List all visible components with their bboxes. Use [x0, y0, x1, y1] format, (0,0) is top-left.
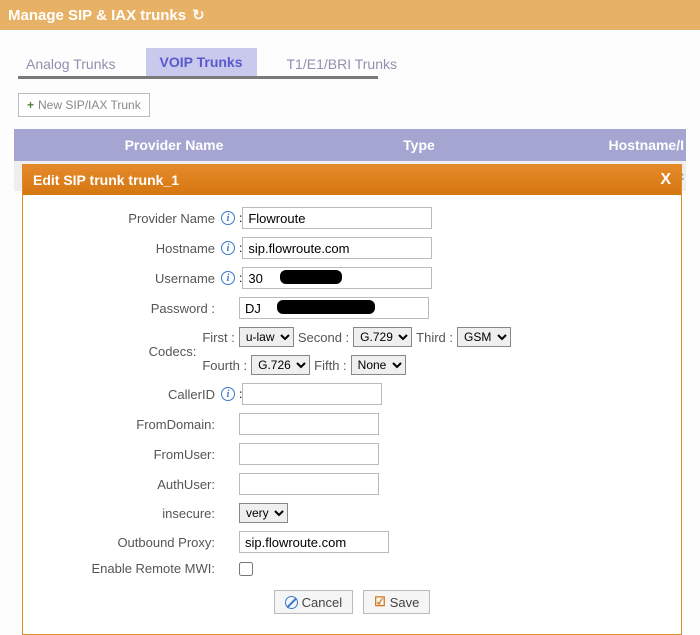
modal-header: Edit SIP trunk trunk_1 X	[23, 165, 681, 195]
insecure-select[interactable]: very	[239, 503, 288, 523]
page-header: Manage SIP & IAX trunks ↻	[0, 0, 700, 30]
codec1-select[interactable]: u-law	[239, 327, 294, 347]
fromdomain-input[interactable]	[239, 413, 379, 435]
new-trunk-button[interactable]: + New SIP/IAX Trunk	[18, 93, 150, 117]
codec2-select[interactable]: G.729	[353, 327, 412, 347]
page-title: Manage SIP & IAX trunks	[8, 7, 186, 24]
codec4-select[interactable]: G.726	[251, 355, 310, 375]
fromuser-input[interactable]	[239, 443, 379, 465]
save-label: Save	[390, 595, 420, 610]
authuser-input[interactable]	[239, 473, 379, 495]
tab-analog[interactable]: Analog Trunks	[20, 52, 122, 76]
label-second: Second :	[298, 330, 349, 345]
refresh-icon[interactable]: ↻	[192, 6, 205, 24]
label-fifth: Fifth :	[314, 358, 347, 373]
label-username: Username	[41, 271, 221, 286]
plus-icon: +	[27, 98, 34, 112]
password-input[interactable]	[239, 297, 429, 319]
label-callerid: CallerID	[41, 387, 221, 402]
col-provider: Provider Name	[14, 137, 334, 153]
col-host: Hostname/I	[504, 137, 686, 153]
col-type: Type	[334, 137, 504, 153]
cancel-button[interactable]: Cancel	[274, 590, 353, 614]
provider-input[interactable]	[242, 207, 432, 229]
info-icon[interactable]: i	[221, 387, 235, 401]
hostname-input[interactable]	[242, 237, 432, 259]
label-fromdomain: FromDomain:	[41, 417, 221, 432]
label-insecure: insecure:	[41, 506, 221, 521]
username-input[interactable]	[242, 267, 432, 289]
edit-trunk-modal: Edit SIP trunk trunk_1 X Provider Name i…	[22, 164, 682, 635]
codec5-select[interactable]: None	[351, 355, 406, 375]
cancel-label: Cancel	[302, 595, 342, 610]
label-provider: Provider Name	[41, 211, 221, 226]
save-button[interactable]: ☑ Save	[363, 590, 430, 614]
label-hostname: Hostname	[41, 241, 221, 256]
label-first: First :	[202, 330, 235, 345]
close-icon[interactable]: X	[660, 171, 671, 189]
enable-remote-mwi-checkbox[interactable]	[239, 562, 253, 576]
modal-footer: Cancel ☑ Save	[41, 584, 663, 624]
label-password: Password :	[41, 301, 221, 316]
label-outbound: Outbound Proxy:	[41, 535, 221, 550]
outbound-proxy-input[interactable]	[239, 531, 389, 553]
label-fourth: Fourth :	[202, 358, 247, 373]
grid-header: Provider Name Type Hostname/I	[14, 129, 686, 161]
save-icon: ☑	[374, 594, 386, 610]
label-authuser: AuthUser:	[41, 477, 221, 492]
info-icon[interactable]: i	[221, 241, 235, 255]
cancel-icon	[285, 596, 298, 609]
new-trunk-label: New SIP/IAX Trunk	[38, 98, 141, 112]
label-codecs: Codecs:	[41, 344, 202, 359]
tab-underline	[18, 76, 378, 79]
label-fromuser: FromUser:	[41, 447, 221, 462]
tab-t1[interactable]: T1/E1/BRI Trunks	[281, 52, 403, 76]
modal-title: Edit SIP trunk trunk_1	[33, 172, 179, 188]
label-third: Third :	[416, 330, 453, 345]
label-enable-remote: Enable Remote MWI:	[41, 561, 221, 576]
tab-voip[interactable]: VOIP Trunks	[146, 48, 257, 76]
info-icon[interactable]: i	[221, 271, 235, 285]
info-icon[interactable]: i	[221, 211, 235, 225]
tabs: Analog Trunks VOIP Trunks T1/E1/BRI Trun…	[20, 48, 700, 76]
modal-body: Provider Name i: Hostname i: Username i:…	[23, 195, 681, 634]
callerid-input[interactable]	[242, 383, 382, 405]
codec3-select[interactable]: GSM	[457, 327, 511, 347]
